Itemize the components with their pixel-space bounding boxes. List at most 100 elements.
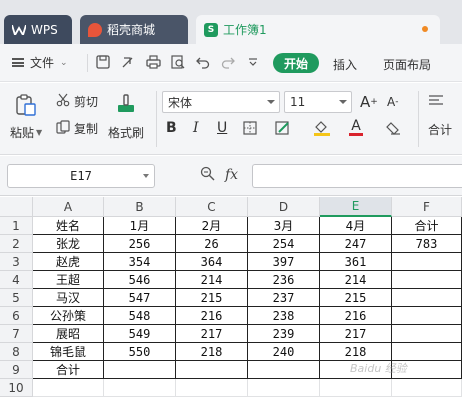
cell-a2[interactable]: 张龙 xyxy=(33,235,104,253)
format-painter-button[interactable]: 格式刷 xyxy=(108,93,144,141)
undo-icon[interactable] xyxy=(194,53,212,71)
grow-font-icon[interactable]: A + xyxy=(360,93,378,111)
row-header[interactable]: 6 xyxy=(0,307,33,325)
zoom-search-icon[interactable] xyxy=(200,166,215,184)
fill-color-button[interactable] xyxy=(313,120,331,139)
cell-c6[interactable]: 216 xyxy=(176,307,248,325)
cell-b6[interactable]: 548 xyxy=(104,307,176,325)
cell-style-button[interactable] xyxy=(275,121,293,138)
cell-a3[interactable]: 赵虎 xyxy=(33,253,104,271)
print-icon[interactable] xyxy=(144,53,162,71)
cell-d10[interactable] xyxy=(248,379,320,397)
cell-e5[interactable]: 215 xyxy=(320,289,392,307)
row-header[interactable]: 2 xyxy=(0,235,33,253)
row-header[interactable]: 9 xyxy=(0,361,33,379)
cell-e1[interactable]: 4月 xyxy=(320,217,392,235)
cell-f4[interactable] xyxy=(392,271,462,289)
column-header-e[interactable]: E xyxy=(320,197,392,217)
cell-c9[interactable] xyxy=(176,361,248,379)
cell-b4[interactable]: 546 xyxy=(104,271,176,289)
font-size-select[interactable]: 11 xyxy=(284,91,352,113)
cell-e2[interactable]: 247 xyxy=(320,235,392,253)
cell-d1[interactable]: 3月 xyxy=(248,217,320,235)
row-header[interactable]: 5 xyxy=(0,289,33,307)
cell-d5[interactable]: 237 xyxy=(248,289,320,307)
font-color-button[interactable]: A xyxy=(349,119,363,136)
merge-label[interactable]: 合计 xyxy=(428,121,452,138)
align-top-button[interactable] xyxy=(428,95,444,110)
cell-e7[interactable]: 217 xyxy=(320,325,392,343)
cell-e10[interactable] xyxy=(320,379,392,397)
cell-c8[interactable]: 218 xyxy=(176,343,248,361)
row-header[interactable]: 3 xyxy=(0,253,33,271)
cell-f10[interactable] xyxy=(392,379,462,397)
formula-input[interactable] xyxy=(252,164,462,188)
output-icon[interactable] xyxy=(119,53,137,71)
cell-b7[interactable]: 549 xyxy=(104,325,176,343)
cell-b9[interactable] xyxy=(104,361,176,379)
column-header-d[interactable]: D xyxy=(248,197,320,217)
cell-f7[interactable] xyxy=(392,325,462,343)
cell-f3[interactable] xyxy=(392,253,462,271)
column-header-c[interactable]: C xyxy=(176,197,248,217)
cell-b1[interactable]: 1月 xyxy=(104,217,176,235)
file-menu-button[interactable]: 文件 ⌄ xyxy=(12,54,68,71)
cell-c3[interactable]: 364 xyxy=(176,253,248,271)
tab-wps-home[interactable]: WPS xyxy=(4,15,72,44)
tab-page-layout[interactable]: 页面布局 xyxy=(383,56,431,73)
row-header[interactable]: 10 xyxy=(0,379,33,397)
cell-c7[interactable]: 217 xyxy=(176,325,248,343)
cell-c2[interactable]: 26 xyxy=(176,235,248,253)
cell-b3[interactable]: 354 xyxy=(104,253,176,271)
name-box[interactable]: E17 xyxy=(7,164,155,188)
cell-c5[interactable]: 215 xyxy=(176,289,248,307)
cell-b10[interactable] xyxy=(104,379,176,397)
cell-d6[interactable]: 238 xyxy=(248,307,320,325)
print-preview-icon[interactable] xyxy=(169,53,187,71)
cell-e6[interactable]: 216 xyxy=(320,307,392,325)
cell-f5[interactable] xyxy=(392,289,462,307)
select-all-corner[interactable] xyxy=(0,197,33,217)
underline-button[interactable]: U xyxy=(217,120,227,136)
cell-e4[interactable]: 214 xyxy=(320,271,392,289)
cell-f1[interactable]: 合计 xyxy=(392,217,462,235)
insert-function-button[interactable]: fx xyxy=(225,167,238,183)
cell-e8[interactable]: 218 xyxy=(320,343,392,361)
cell-d9[interactable] xyxy=(248,361,320,379)
cell-d7[interactable]: 239 xyxy=(248,325,320,343)
save-icon[interactable] xyxy=(94,53,112,71)
row-header[interactable]: 1 xyxy=(0,217,33,235)
cell-a7[interactable]: 展昭 xyxy=(33,325,104,343)
cell-a6[interactable]: 公孙策 xyxy=(33,307,104,325)
cell-d3[interactable]: 397 xyxy=(248,253,320,271)
row-header[interactable]: 8 xyxy=(0,343,33,361)
cell-d8[interactable]: 240 xyxy=(248,343,320,361)
cell-a1[interactable]: 姓名 xyxy=(33,217,104,235)
cell-b2[interactable]: 256 xyxy=(104,235,176,253)
cell-c10[interactable] xyxy=(176,379,248,397)
column-header-a[interactable]: A xyxy=(33,197,104,217)
border-button[interactable] xyxy=(243,121,259,138)
tab-insert[interactable]: 插入 xyxy=(333,56,357,73)
bold-button[interactable]: B xyxy=(166,120,177,136)
cell-b8[interactable]: 550 xyxy=(104,343,176,361)
column-header-f[interactable]: F xyxy=(392,197,462,217)
italic-button[interactable]: I xyxy=(193,120,199,136)
cell-d2[interactable]: 254 xyxy=(248,235,320,253)
cell-b5[interactable]: 547 xyxy=(104,289,176,307)
cell-f2[interactable]: 783 xyxy=(392,235,462,253)
row-header[interactable]: 7 xyxy=(0,325,33,343)
column-header-b[interactable]: B xyxy=(104,197,176,217)
cell-c4[interactable]: 214 xyxy=(176,271,248,289)
tab-workbook[interactable]: S 工作簿1 xyxy=(196,15,440,44)
cell-f6[interactable] xyxy=(392,307,462,325)
font-name-select[interactable]: 宋体 xyxy=(162,91,280,113)
tab-docer-store[interactable]: 稻壳商城 xyxy=(80,15,188,44)
cell-a4[interactable]: 王超 xyxy=(33,271,104,289)
tab-start[interactable]: 开始 xyxy=(273,53,319,73)
cell-d4[interactable]: 236 xyxy=(248,271,320,289)
cell-a8[interactable]: 锦毛鼠 xyxy=(33,343,104,361)
copy-button[interactable]: 复制 xyxy=(56,120,98,137)
redo-icon[interactable] xyxy=(219,53,237,71)
cell-c1[interactable]: 2月 xyxy=(176,217,248,235)
